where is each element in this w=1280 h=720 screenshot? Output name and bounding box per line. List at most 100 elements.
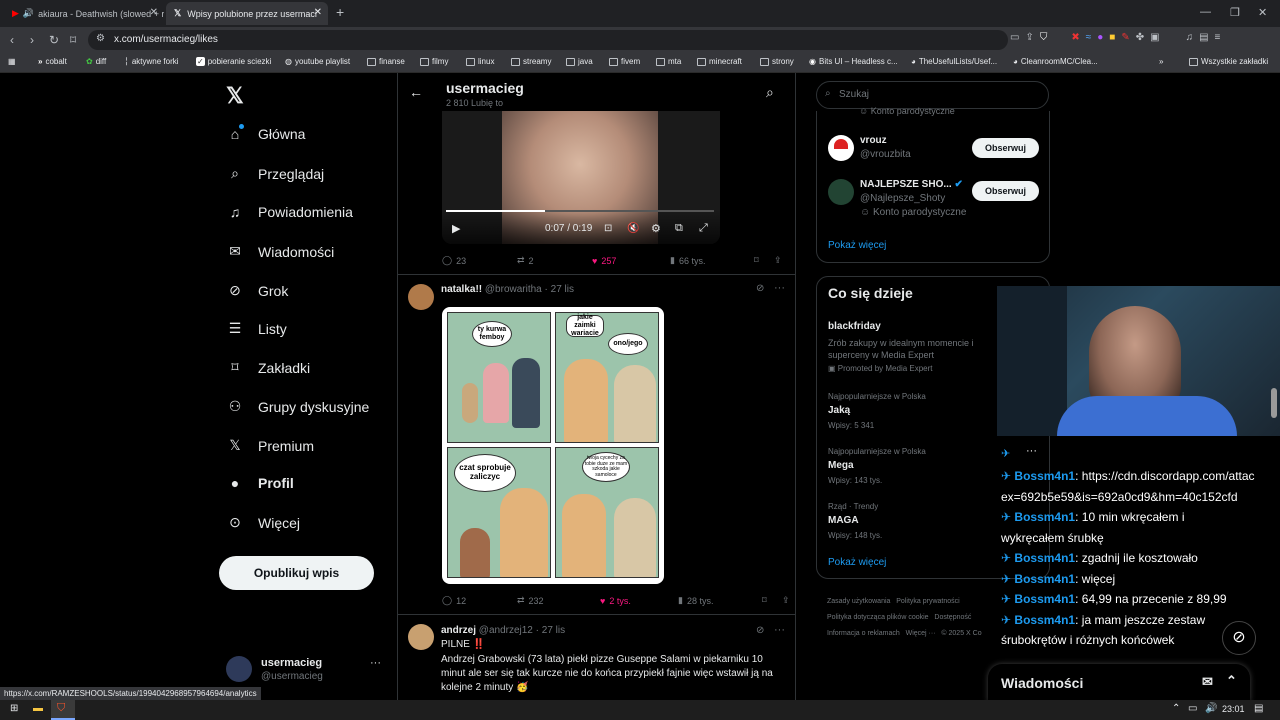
footer-link[interactable]: Polityka prywatności [896, 598, 959, 605]
bookmark-cobalt[interactable]: » cobalt [38, 57, 67, 66]
music-icon[interactable]: ♫ [1186, 32, 1194, 43]
tweet-date[interactable]: 27 lis [542, 625, 565, 636]
new-tab-icon[interactable]: + [336, 4, 344, 20]
bookmark-strony[interactable]: strony [760, 57, 794, 66]
tab-music[interactable]: ▶ 🔊 akiaura - Deathwish (slowed + re ✕ [4, 2, 164, 25]
url-field[interactable]: ⚙ x.com/usermacieg/likes [88, 30, 1008, 50]
retweet-button[interactable]: ⇄ 2 [517, 255, 592, 266]
suggestion-handle[interactable]: @Najlepsze_Shoty [860, 193, 945, 204]
messages-dock[interactable]: Wiadomości ✉ ⌃ [988, 664, 1250, 702]
follow-button[interactable]: Obserwuj [972, 138, 1039, 158]
account-switcher[interactable]: usermacieg @usermacieg ··· [226, 653, 396, 687]
minimize-icon[interactable]: — [1200, 6, 1211, 18]
more-icon[interactable]: ··· [774, 624, 785, 636]
suggestion-handle[interactable]: @vrouzbita [860, 149, 911, 160]
bookmark-finanse[interactable]: finanse [367, 57, 405, 66]
scrollbar-thumb[interactable] [1271, 388, 1277, 418]
author-handle[interactable]: @browaritha [485, 284, 542, 295]
nav-premium[interactable]: 𝕏 Premium [226, 437, 314, 454]
bookmark-streamy[interactable]: streamy [511, 57, 551, 66]
bookmark-page-icon[interactable]: ⌑ [70, 33, 76, 47]
close-tab-icon[interactable]: ✕ [150, 7, 158, 18]
extension-purple-icon[interactable]: ● [1097, 32, 1103, 43]
bookmark-icon[interactable]: ⌑ [762, 595, 782, 606]
install-app-icon[interactable]: ▭ [1010, 32, 1019, 43]
share-icon[interactable]: ⇪ [782, 595, 790, 606]
forward-icon[interactable]: › [30, 33, 34, 47]
brave-shield-icon[interactable]: ⛉ [1040, 32, 1048, 43]
all-bookmarks[interactable]: Wszystkie zakładki [1189, 57, 1268, 66]
video-player[interactable]: ▶ 0:07 / 0:19 ⊡ 🔇 ⚙ ⧉ ⤢ [442, 111, 720, 244]
share-icon[interactable]: ⇪ [774, 255, 782, 266]
fullscreen-icon[interactable]: ⤢ [699, 222, 708, 235]
avatar[interactable] [408, 624, 434, 650]
bookmark-icon[interactable]: ⌑ [754, 255, 774, 266]
extension-wave-icon[interactable]: ≈ [1086, 32, 1092, 43]
like-button[interactable]: ♥ 2 tys. [600, 595, 678, 606]
grok-fab[interactable]: ⊘ [1222, 621, 1256, 655]
bookmark-diff[interactable]: ✿ diff [86, 57, 106, 66]
show-more-link[interactable]: Pokaż więcej [828, 240, 886, 251]
author-name[interactable]: natalka!! [441, 284, 482, 295]
back-icon[interactable]: ‹ [10, 33, 14, 47]
search-icon[interactable]: ⌕ [766, 84, 774, 101]
bookmark-minecraft[interactable]: minecraft [697, 57, 742, 66]
author-name[interactable]: andrzej [441, 625, 476, 636]
nav-profile[interactable]: ● Profil [226, 475, 294, 491]
new-message-icon[interactable]: ✉ [1202, 674, 1213, 690]
back-arrow-icon[interactable]: ← [409, 84, 423, 100]
reply-button[interactable]: ◯ 12 [442, 595, 517, 606]
author-handle[interactable]: @andrzej12 [479, 625, 533, 636]
video-progress-track[interactable] [446, 210, 714, 212]
tray-chevron-icon[interactable]: ⌃ [1172, 703, 1180, 714]
trend-item[interactable]: Najpopularniejsze w Polska Mega Wpisy: 1… [828, 447, 926, 485]
reload-icon[interactable]: ↻ [49, 33, 59, 47]
trend-item[interactable]: Rząd · Trendy MAGA Wpisy: 148 tys. [828, 502, 882, 540]
extension-yellow-icon[interactable]: ■ [1109, 32, 1115, 43]
footer-link[interactable]: Zasady użytkowania [827, 598, 890, 605]
captions-icon[interactable]: ⊡ [604, 223, 612, 234]
sidebar-icon[interactable]: ▣ [1150, 32, 1159, 43]
clock[interactable]: 23:01 [1222, 704, 1245, 714]
more-icon[interactable]: ··· [370, 657, 381, 669]
bookmark-aktywne-forki[interactable]: ╎ aktywne forki [124, 57, 179, 66]
network-icon[interactable]: ▭ [1188, 703, 1197, 714]
grok-icon[interactable]: ⊘ [756, 625, 764, 636]
bookmark-mta[interactable]: mta [656, 57, 681, 66]
tweet-date[interactable]: 27 lis [551, 284, 574, 295]
views-button[interactable]: ▮ 28 tys. [678, 595, 762, 606]
window-close-icon[interactable]: ✕ [1258, 6, 1267, 19]
bookmarks-overflow[interactable]: » [1159, 57, 1163, 66]
footer-link[interactable]: Dostępność [934, 614, 971, 621]
bookmark-cleanroommc[interactable]: ◕ CleanroomMC/Clea... [1013, 57, 1098, 66]
menu-icon[interactable]: ≡ [1215, 32, 1221, 43]
comic-image[interactable]: ty kurwa femboy jakie zaimki wariacie on… [442, 307, 664, 584]
restore-icon[interactable]: ❐ [1230, 6, 1240, 19]
apps-grid-icon[interactable]: ▦ [8, 57, 16, 66]
avatar[interactable] [828, 179, 854, 205]
bookmark-pobieranie[interactable]: ✓ pobieranie sciezki [196, 57, 271, 66]
nav-home[interactable]: ⌂ Główna [226, 124, 305, 142]
chevron-up-icon[interactable]: ⌃ [1226, 673, 1237, 689]
reply-button[interactable]: ◯ 23 [442, 255, 517, 266]
grok-icon[interactable]: ⊘ [756, 283, 764, 294]
avatar[interactable] [828, 135, 854, 161]
bookmark-youtube-playlist[interactable]: ◍ youtube playlist [285, 57, 350, 66]
mute-icon[interactable]: 🔇 [627, 223, 639, 234]
footer-link[interactable]: Informacja o reklamach [827, 630, 900, 637]
retweet-button[interactable]: ⇄ 232 [517, 595, 600, 606]
start-icon[interactable]: ⊞ [10, 703, 18, 714]
footer-link[interactable]: Więcej ··· [906, 630, 936, 637]
more-icon[interactable]: ··· [1026, 445, 1037, 457]
bookmark-usefullists[interactable]: ◕ TheUsefulLists/Usef... [911, 57, 997, 66]
trend-item[interactable]: Najpopularniejsze w Polska Jaką Wpisy: 5… [828, 392, 926, 430]
views-button[interactable]: ▮ 66 tys. [670, 255, 754, 266]
suggestion-name[interactable]: vrouz [860, 135, 887, 146]
tab-x-likes[interactable]: 𝕏 Wpisy polubione przez usermaci ✕ [166, 2, 328, 25]
follow-button[interactable]: Obserwuj [972, 181, 1039, 201]
extensions-puzzle-icon[interactable]: ✤ [1136, 32, 1144, 43]
show-more-trends-link[interactable]: Pokaż więcej [828, 557, 886, 568]
bookmark-linux[interactable]: linux [466, 57, 494, 66]
promo-trend[interactable]: blackfriday Zrób zakupy w idealnym momen… [828, 321, 1003, 373]
browser-taskbar-button[interactable]: ⛉ [51, 700, 75, 720]
